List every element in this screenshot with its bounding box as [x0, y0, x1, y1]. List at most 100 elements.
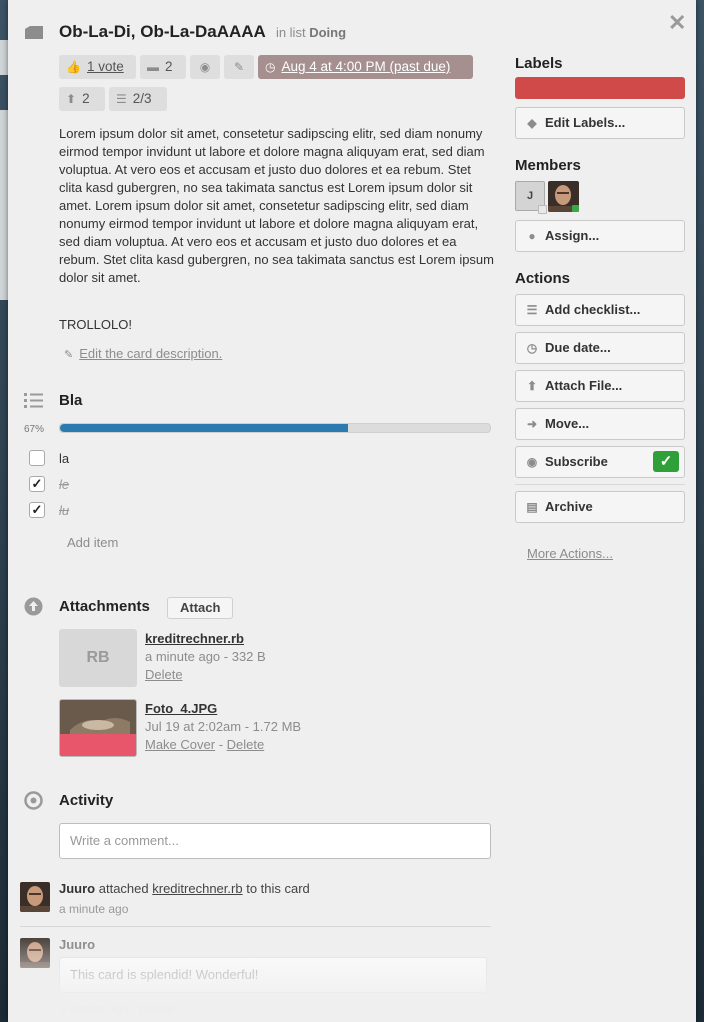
checklist-item-text[interactable]: le — [59, 477, 69, 492]
checkmark-icon: ✓ — [653, 451, 679, 472]
eye-icon: ◉ — [526, 455, 538, 469]
checklist-badge: ☰ 2/3 — [109, 87, 167, 111]
attachment-actions: Make Cover - Delete — [145, 737, 264, 752]
checklist-icon: ☰ — [526, 303, 538, 317]
edit-badge[interactable]: ✎ — [224, 55, 254, 79]
arrow-right-icon: ➜ — [526, 417, 538, 431]
comment-input[interactable]: Write a comment... — [59, 823, 491, 859]
attach-button[interactable]: Attach — [167, 597, 234, 619]
comment-author[interactable]: Juuro — [59, 937, 95, 952]
watch-badge[interactable]: ◉ — [190, 55, 220, 79]
card-title[interactable]: Ob-La-Di, Ob-La-DaAAAA in list Doing — [59, 22, 346, 42]
upload-icon — [24, 597, 43, 616]
attachment-name[interactable]: Foto_4.JPG — [145, 701, 217, 716]
due-date-button[interactable]: ◷ Due date... — [515, 332, 685, 364]
actions-divider — [515, 484, 685, 485]
edit-labels-label: Edit Labels... — [545, 115, 626, 130]
add-checklist-button[interactable]: ☰ Add checklist... — [515, 294, 685, 326]
pencil-icon: ✎ — [64, 349, 74, 361]
user-icon: ● — [528, 229, 536, 243]
attach-file-button[interactable]: ⬆ Attach File... — [515, 370, 685, 402]
archive-button[interactable]: ▤ Archive — [515, 491, 685, 523]
attachments-count: 2 — [82, 91, 90, 106]
upload-icon: ⬆ — [66, 92, 77, 106]
list-name[interactable]: Doing — [309, 25, 346, 40]
checklist-progress-fill — [60, 424, 349, 432]
label-red[interactable] — [515, 77, 685, 99]
activity-divider — [20, 926, 491, 927]
edit-description-link[interactable]: ✎ Edit the card description. — [64, 346, 222, 361]
make-cover-link[interactable]: Make Cover — [145, 737, 215, 752]
due-date-label: Due date... — [545, 340, 611, 355]
comment-meta: a minute ago - Delete — [59, 1002, 174, 1016]
checklist-checkbox[interactable] — [29, 450, 45, 466]
checklist-checkbox[interactable]: ✓ — [29, 502, 45, 518]
delete-comment-link[interactable]: Delete — [139, 1002, 174, 1016]
avatar[interactable] — [20, 938, 50, 968]
user-photo — [20, 938, 50, 968]
attachment-meta: a minute ago - 332 B — [145, 649, 266, 664]
checklist-progress-bar — [59, 423, 491, 433]
checklist-progress-label: 67% — [24, 424, 45, 435]
pencil-icon: ✎ — [233, 60, 245, 74]
archive-icon: ▤ — [526, 500, 538, 514]
due-date-badge[interactable]: ◷ Aug 4 at 4:00 PM (past due) — [258, 55, 473, 79]
labels-heading: Labels — [515, 55, 563, 72]
upload-icon: ⬆ — [526, 379, 538, 393]
assign-button[interactable]: ● Assign... — [515, 220, 685, 252]
activity-user[interactable]: Juuro — [59, 881, 95, 896]
photo-image — [60, 700, 136, 756]
subscribe-button[interactable]: ◉ Subscribe ✓ — [515, 446, 685, 478]
delete-attachment-link[interactable]: Delete — [227, 737, 265, 752]
separator: - — [218, 737, 224, 752]
due-date-text[interactable]: Aug 4 at 4:00 PM (past due) — [281, 59, 450, 74]
attachment-thumbnail[interactable]: RB — [59, 629, 137, 687]
delete-attachment-link[interactable]: Delete — [145, 667, 183, 682]
activity-title: Activity — [59, 792, 114, 809]
comments-badge: ▬ 2 — [140, 55, 186, 79]
member-status-online — [572, 205, 579, 212]
vote-count[interactable]: 1 vote — [87, 59, 124, 74]
activity-user[interactable]: Juuro — [59, 937, 95, 952]
attachment-thumbnail-photo[interactable] — [59, 699, 137, 757]
checklist-item-text[interactable]: la — [59, 451, 69, 466]
attachments-title: Attachments — [59, 598, 150, 615]
eye-icon: ◉ — [199, 60, 211, 74]
checklist-title[interactable]: Bla — [59, 392, 82, 409]
card-description-extra: TROLLOLO! — [59, 317, 132, 332]
archive-label: Archive — [545, 499, 593, 514]
user-photo — [20, 882, 50, 912]
checklist-checkbox[interactable]: ✓ — [29, 476, 45, 492]
tag-icon: ◆ — [527, 116, 537, 130]
activity-time: a minute ago — [59, 1002, 129, 1016]
subscribe-label: Subscribe — [545, 454, 608, 469]
activity-action: attached — [98, 881, 149, 896]
add-checklist-item[interactable]: Add item — [67, 535, 118, 550]
members-heading: Members — [515, 157, 581, 174]
activity-entry-text: Juuro attached kreditrechner.rb to this … — [59, 881, 310, 896]
attachment-meta: Jul 19 at 2:02am - 1.72 MB — [145, 719, 302, 734]
edit-description-text[interactable]: Edit the card description. — [79, 346, 222, 361]
actions-heading: Actions — [515, 270, 571, 287]
assign-label: Assign... — [545, 228, 600, 243]
card-title-text[interactable]: Ob-La-Di, Ob-La-DaAAAA — [59, 22, 265, 41]
clock-icon: ◷ — [265, 60, 276, 74]
avatar[interactable] — [20, 882, 50, 912]
activity-time: a minute ago — [59, 902, 129, 916]
close-icon[interactable]: ✕ — [668, 12, 686, 34]
activity-object-link[interactable]: kreditrechner.rb — [152, 881, 242, 896]
attachments-badge: ⬆ 2 — [59, 87, 105, 111]
checklist-item-text[interactable]: lu — [59, 503, 69, 518]
edit-labels-button[interactable]: ◆ Edit Labels... — [515, 107, 685, 139]
move-button[interactable]: ➜ Move... — [515, 408, 685, 440]
in-list-prefix: in list — [275, 25, 306, 40]
member-status-offline — [538, 205, 547, 214]
checklist-count: 2/3 — [132, 91, 152, 106]
more-actions-link[interactable]: More Actions... — [527, 546, 613, 561]
add-checklist-label: Add checklist... — [545, 302, 641, 317]
comments-count: 2 — [165, 59, 173, 74]
card-description: Lorem ipsum dolor sit amet, consetetur s… — [59, 126, 494, 285]
attachment-name[interactable]: kreditrechner.rb — [145, 631, 244, 646]
vote-badge[interactable]: 👍 1 vote — [59, 55, 136, 79]
clock-icon: ◷ — [526, 341, 538, 355]
